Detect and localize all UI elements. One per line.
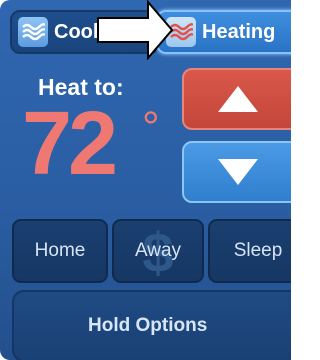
thermostat-screen: Cool Heating Heat to: 72 ° Home $ Away S… (0, 0, 291, 360)
up-triangle-icon (218, 86, 258, 112)
preset-home-label: Home (34, 240, 86, 261)
decrease-temperature-button[interactable] (182, 141, 291, 203)
preset-sleep-button[interactable]: Sleep (208, 219, 291, 283)
preset-away-label: Away (134, 240, 182, 261)
cool-waves-icon (18, 17, 48, 47)
setpoint-temperature: 72 (22, 94, 118, 194)
down-triangle-icon (218, 159, 258, 185)
mode-tab-heating-label: Heating (202, 20, 276, 43)
increase-temperature-button[interactable] (182, 68, 291, 130)
preset-sleep-label: Sleep (233, 240, 283, 261)
degree-symbol: ° (142, 103, 160, 152)
mode-tab-cool-label: Cool (54, 20, 99, 43)
preset-away-button[interactable]: $ Away (112, 219, 204, 283)
hold-options-button[interactable]: Hold Options (12, 290, 291, 360)
preset-home-button[interactable]: Home (12, 219, 108, 283)
hold-options-label: Hold Options (88, 315, 208, 336)
mode-tab-heating[interactable]: Heating (156, 10, 291, 54)
pointer-arrow-icon (97, 0, 174, 60)
